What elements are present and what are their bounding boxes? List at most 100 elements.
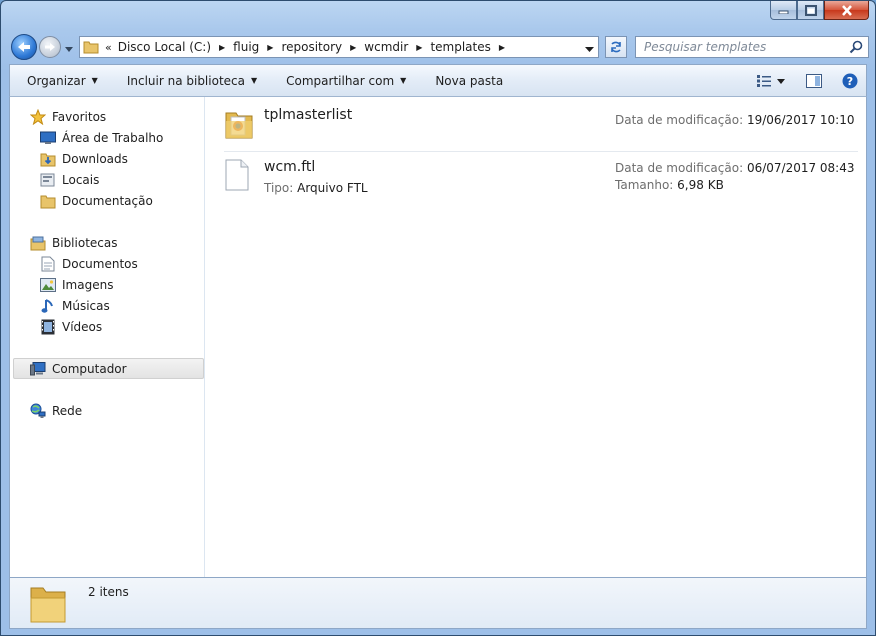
caption-buttons (770, 1, 869, 21)
breadcrumb-item[interactable]: repository ▶ (281, 40, 364, 54)
search-icon[interactable] (849, 40, 863, 54)
sidebar-item-recent-places[interactable]: Locais (40, 169, 99, 190)
close-button[interactable] (824, 1, 869, 20)
downloads-folder-icon (40, 151, 56, 167)
refresh-button[interactable] (605, 36, 627, 58)
main-panes: Favoritos Área de Trabalho Downloads Loc… (9, 97, 867, 577)
sidebar-item-label: Vídeos (62, 319, 103, 334)
sidebar-item-downloads[interactable]: Downloads (40, 148, 128, 169)
chevron-down-icon (65, 47, 73, 52)
sidebar-item-desktop[interactable]: Área de Trabalho (40, 127, 163, 148)
breadcrumb-overflow[interactable]: « (105, 41, 112, 54)
chevron-down-icon (585, 47, 594, 52)
list-item[interactable]: wcm.ftl Tipo: Arquivo FTL Data de modifi… (224, 159, 858, 199)
breadcrumb-item[interactable]: Disco Local (C:) ▶ (118, 40, 233, 54)
include-library-button[interactable]: Incluir na biblioteca ▼ (110, 74, 269, 88)
divider (224, 151, 858, 152)
sidebar-item-label: Locais (62, 172, 100, 187)
recent-pages-dropdown[interactable] (65, 42, 73, 56)
sidebar-item-label: Imagens (62, 277, 114, 292)
preview-pane-icon (806, 74, 822, 88)
help-icon: ? (842, 73, 858, 89)
arrow-left-icon (18, 42, 30, 52)
close-icon (841, 4, 852, 16)
view-options-dropdown[interactable] (776, 70, 786, 92)
search-input[interactable]: Pesquisar templates (635, 36, 869, 58)
help-button[interactable]: ? (838, 70, 862, 92)
arrow-right-icon (45, 43, 55, 51)
chevron-down-icon: ▼ (250, 76, 258, 85)
star-icon (30, 108, 46, 125)
file-icon (224, 159, 254, 193)
chevron-right-icon[interactable]: ▶ (499, 43, 505, 52)
organize-button[interactable]: Organizar ▼ (10, 74, 110, 88)
folder-icon (28, 580, 68, 629)
file-modified: Data de modificação: 06/07/2017 08:43 (615, 161, 855, 175)
item-count: 2 itens (88, 585, 129, 599)
breadcrumb-item[interactable]: wcmdir ▶ (364, 40, 430, 54)
address-bar[interactable]: « Disco Local (C:) ▶ fluig ▶ repository ▶ w… (79, 36, 599, 58)
change-view-button[interactable] (752, 70, 776, 92)
sidebar-item-favorites[interactable]: Favoritos (30, 106, 106, 127)
back-button[interactable] (11, 34, 37, 60)
list-item[interactable]: tplmasterlist Data de modificação: 19/06… (224, 107, 858, 149)
file-modified: Data de modificação: 19/06/2017 10:10 (615, 113, 855, 127)
sidebar-item-label: Documentação (62, 193, 153, 208)
file-list: tplmasterlist Data de modificação: 19/06… (206, 97, 866, 577)
chevron-right-icon[interactable]: ▶ (219, 43, 225, 52)
view-list-icon (757, 75, 771, 87)
chevron-down-icon: ▼ (91, 76, 98, 85)
file-type: Tipo: Arquivo FTL (264, 181, 368, 195)
share-button[interactable]: Compartilhar com ▼ (269, 74, 418, 88)
svg-text:?: ? (847, 75, 853, 88)
network-icon (30, 403, 46, 419)
music-icon (40, 298, 56, 314)
computer-icon (30, 361, 46, 377)
maximize-icon (804, 4, 817, 16)
address-history-dropdown[interactable] (585, 42, 594, 56)
sidebar-item-label: Documentos (62, 256, 138, 271)
file-name: wcm.ftl (264, 159, 316, 175)
chevron-down-icon: ▼ (400, 76, 407, 85)
maximize-button[interactable] (797, 1, 824, 20)
chevron-right-icon[interactable]: ▶ (350, 43, 356, 52)
forward-button[interactable] (39, 36, 61, 58)
explorer-window: « Disco Local (C:) ▶ fluig ▶ repository ▶ w… (0, 0, 876, 636)
minimize-icon (778, 10, 788, 14)
chevron-right-icon[interactable]: ▶ (416, 43, 422, 52)
sidebar-item-videos[interactable]: Vídeos (40, 316, 102, 337)
sidebar-item-documentation[interactable]: Documentação (40, 190, 153, 211)
sidebar-item-libraries[interactable]: Bibliotecas (30, 232, 117, 253)
refresh-icon (611, 41, 621, 53)
sidebar-item-label: Downloads (62, 151, 128, 166)
folder-icon (83, 39, 101, 55)
sidebar-item-label: Área de Trabalho (62, 130, 164, 145)
command-bar: Organizar ▼ Incluir na biblioteca ▼ Compar… (9, 64, 867, 97)
navigation-bar: « Disco Local (C:) ▶ fluig ▶ repository ▶ w… (9, 33, 869, 61)
preview-pane-button[interactable] (802, 70, 826, 92)
breadcrumb-item[interactable]: templates ▶ (430, 40, 513, 54)
new-folder-button[interactable]: Nova pasta (418, 74, 515, 88)
sidebar-item-label: Músicas (62, 298, 110, 313)
image-icon (40, 277, 56, 293)
details-pane: 2 itens (9, 577, 867, 629)
sidebar-item-label: Rede (52, 403, 83, 418)
file-size: Tamanho: 6,98 KB (615, 178, 724, 192)
minimize-button[interactable] (770, 1, 797, 20)
sidebar-item-music[interactable]: Músicas (40, 295, 110, 316)
view-controls: ? (742, 70, 862, 92)
sidebar-item-network[interactable]: Rede (30, 400, 82, 421)
desktop-icon (40, 130, 56, 146)
chevron-right-icon[interactable]: ▶ (267, 43, 273, 52)
sidebar-item-label: Favoritos (52, 109, 107, 124)
libraries-icon (30, 235, 46, 251)
sidebar-item-images[interactable]: Imagens (40, 274, 113, 295)
chevron-down-icon (777, 78, 785, 84)
recent-places-icon (40, 172, 56, 188)
file-name: tplmasterlist (264, 107, 353, 123)
document-icon (40, 256, 56, 272)
sidebar-item-documents[interactable]: Documentos (40, 253, 138, 274)
folder-icon (40, 193, 56, 209)
breadcrumb-item[interactable]: fluig ▶ (233, 40, 281, 54)
sidebar-item-computer[interactable]: Computador (13, 358, 204, 379)
